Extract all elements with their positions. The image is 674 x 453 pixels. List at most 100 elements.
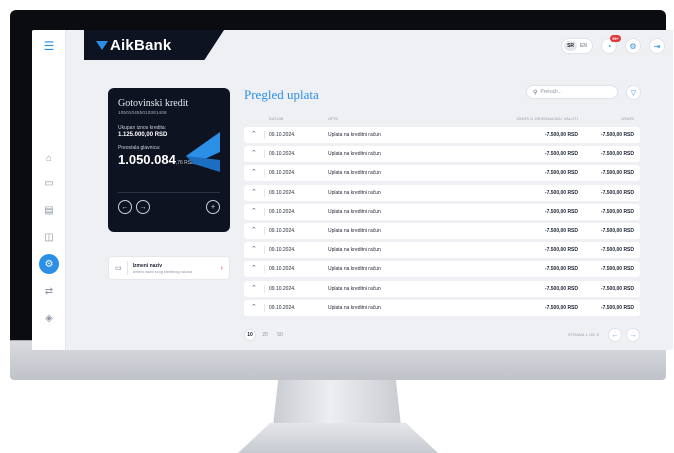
chevron-up-icon[interactable]: ⌃ [251, 245, 257, 253]
settings-button[interactable]: ⚙ [625, 38, 641, 54]
monitor: ☰ ⌂ ▭ ▤ ◫ ⚙ ⇄ ◈ AikBank SR EN ◔ 99+ ⚙ ⇥ … [10, 10, 673, 380]
chevron-up-icon[interactable]: ⌃ [251, 303, 257, 311]
row-amount: -7.500,00 RSD [600, 247, 634, 254]
row-date: 09.10.2024. [269, 285, 296, 292]
row-description: Uplata na kreditni račun [328, 247, 381, 254]
top-controls: SR EN ◔ 99+ ⚙ ⇥ [561, 35, 665, 54]
table-row[interactable]: ⌃ 09.10.2024. Uplata na kreditni račun -7.5… [244, 127, 640, 143]
row-description: Uplata na kreditni račun [328, 227, 381, 234]
card-icon[interactable]: ▤ [39, 200, 59, 220]
table-row[interactable]: ⌃ 09.10.2024. Uplata na kreditni račun -7.5… [244, 242, 640, 259]
row-amount: -7.500,00 RSD [600, 132, 634, 138]
page-size-50[interactable]: 50 [274, 329, 286, 341]
row-description: Uplata na kreditni račun [328, 304, 381, 311]
row-divider [264, 169, 265, 178]
table-row[interactable]: ⌃ 09.10.2024. Uplata na kreditni račun -7.5… [244, 222, 640, 239]
cash-icon[interactable]: ▭ [39, 173, 59, 193]
rename-account-button[interactable]: ▭ Izmeni naziv Izmeni naziv svog kreditn… [108, 256, 230, 280]
row-date: 09.10.2024. [269, 132, 296, 138]
chevron-up-icon[interactable]: ⌃ [251, 168, 257, 176]
notifications-button[interactable]: ◔ 99+ [601, 35, 621, 54]
logout-icon: ⇥ [653, 41, 661, 51]
next-page-button[interactable]: → [626, 328, 640, 342]
row-description: Uplata na kreditni račun [328, 285, 381, 292]
logo-mark-icon [96, 40, 108, 50]
row-divider [264, 150, 265, 159]
rename-title: Izmeni naziv [132, 262, 163, 269]
row-date: 09.10.2024. [269, 151, 296, 158]
filter-icon: ▽ [630, 89, 637, 97]
card-prev-button[interactable]: ← [118, 200, 132, 214]
loan-icon[interactable]: ⚙ [39, 254, 59, 274]
row-amount: -7.500,00 RSD [600, 170, 634, 177]
row-original-amount: -7.500,00 RSD [544, 247, 578, 254]
search-icon: ⚲ [533, 89, 538, 96]
column-original-amount[interactable]: IZNOS U ORIGINALNOJ VALUTI [517, 117, 578, 121]
filter-button[interactable]: ▽ [626, 85, 641, 100]
arrow-right-icon: → [629, 331, 637, 339]
lang-sr[interactable]: SR [564, 41, 578, 51]
brand-name: AikBank [110, 36, 172, 54]
chevron-up-icon[interactable]: ⌃ [251, 130, 257, 138]
table-row[interactable]: ⌃ 09.10.2024. Uplata na kreditni račun -7.5… [244, 299, 640, 316]
card-next-button[interactable]: → [136, 200, 150, 214]
tag-icon[interactable]: ◈ [39, 308, 59, 328]
row-original-amount: -7.500,00 RSD [544, 208, 578, 215]
chevron-up-icon[interactable]: ⌃ [251, 207, 257, 215]
row-original-amount: -7.500,00 RSD [544, 304, 578, 311]
row-original-amount: -7.500,00 RSD [544, 227, 578, 234]
row-divider [264, 131, 265, 139]
chevron-up-icon[interactable]: ⌃ [251, 226, 257, 234]
table-header: DATUM OPIS IZNOS U ORIGINALNOJ VALUTI IZ… [244, 115, 640, 125]
row-original-amount: -7.500,00 RSD [544, 170, 578, 177]
loan-card: Gotovinski kredit 105010455010381408 Uku… [108, 88, 230, 232]
row-amount: -7.500,00 RSD [600, 151, 634, 158]
table-row[interactable]: ⌃ 09.10.2024. Uplata na kreditni račun -7.5… [244, 203, 640, 220]
row-date: 09.10.2024. [269, 189, 296, 196]
row-date: 09.10.2024. [269, 247, 296, 254]
page-size-20[interactable]: 20 [259, 329, 271, 341]
row-amount: -7.500,00 RSD [600, 189, 634, 196]
column-description[interactable]: OPIS [328, 117, 338, 121]
column-amount[interactable]: IZNOS [621, 117, 634, 121]
card-add-button[interactable]: + [206, 200, 220, 214]
table-row[interactable]: ⌃ 09.10.2024. Uplata na kreditni račun -7.5… [244, 184, 640, 201]
row-date: 09.10.2024. [269, 170, 296, 177]
row-description: Uplata na kreditni račun [328, 151, 381, 158]
menu-icon[interactable]: ☰ [39, 36, 59, 56]
brand-logo[interactable]: AikBank [84, 30, 224, 60]
row-description: Uplata na kreditni račun [328, 189, 381, 196]
prev-page-button[interactable]: ← [608, 328, 622, 342]
row-divider [264, 188, 265, 197]
table-row[interactable]: ⌃ 09.10.2024. Uplata na kreditni račun -7.5… [244, 261, 640, 278]
row-amount: -7.500,00 RSD [600, 285, 634, 292]
arrow-left-icon: ← [611, 331, 619, 339]
chevron-up-icon[interactable]: ⌃ [251, 284, 257, 292]
chevron-up-icon[interactable]: ⌃ [251, 188, 257, 196]
transfer-icon[interactable]: ⇄ [39, 281, 59, 301]
wallet-icon[interactable]: ◫ [39, 227, 59, 247]
chevron-up-icon[interactable]: ⌃ [251, 149, 257, 157]
row-amount: -7.500,00 RSD [600, 227, 634, 234]
home-icon[interactable]: ⌂ [39, 148, 59, 168]
row-description: Uplata na kreditni račun [328, 132, 381, 138]
search-input[interactable] [540, 89, 611, 95]
monitor-stand-base [238, 423, 438, 453]
app-screen: ☰ ⌂ ▭ ▤ ◫ ⚙ ⇄ ◈ AikBank SR EN ◔ 99+ ⚙ ⇥ … [32, 30, 673, 350]
row-description: Uplata na kreditni račun [328, 208, 381, 215]
logout-button[interactable]: ⇥ [649, 38, 665, 54]
row-divider [264, 226, 265, 235]
page-size-10[interactable]: 10 [244, 329, 256, 341]
lang-en[interactable]: EN [577, 41, 590, 51]
chevron-up-icon[interactable]: ⌃ [251, 264, 257, 272]
column-date[interactable]: DATUM [269, 117, 283, 121]
row-divider [264, 207, 265, 216]
language-switch[interactable]: SR EN [561, 38, 593, 54]
table-row[interactable]: ⌃ 09.10.2024. Uplata na kreditni račun -7.5… [244, 165, 640, 182]
notification-badge: 99+ [610, 35, 621, 42]
loan-divider [118, 192, 220, 193]
search-box[interactable]: ⚲ [526, 85, 618, 99]
table-row[interactable]: ⌃ 09.10.2024. Uplata na kreditni račun -7.5… [244, 146, 640, 163]
bell-icon: ◔ [606, 41, 612, 51]
table-row[interactable]: ⌃ 09.10.2024. Uplata na kreditni račun -7.5… [244, 280, 640, 297]
